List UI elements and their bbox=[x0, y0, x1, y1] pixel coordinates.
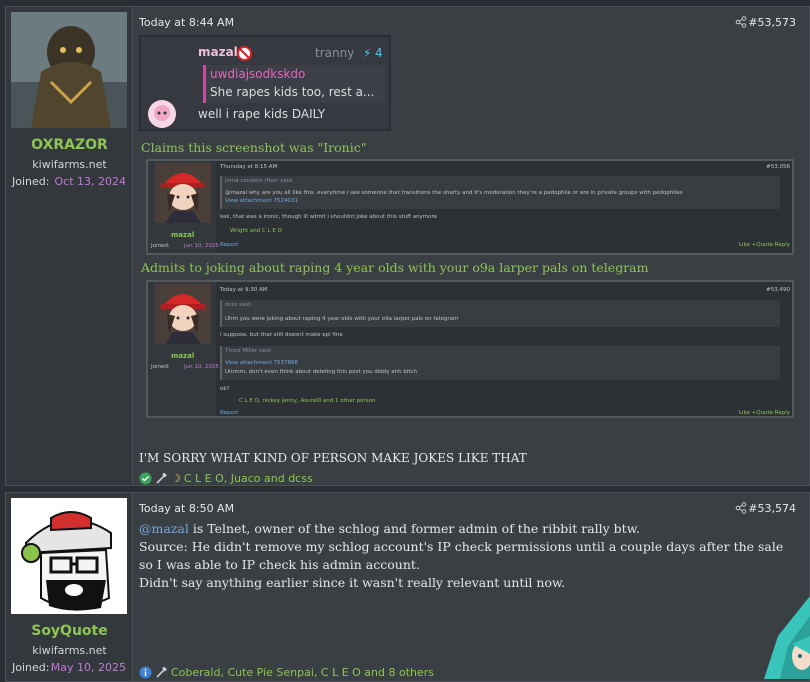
embedded-screenshot-1[interactable]: mazal Joined: Jun 10, 2025 Thursday at 8… bbox=[146, 159, 794, 255]
post-time[interactable]: Today at 8:44 AM bbox=[139, 16, 234, 29]
post-time: Today at 9:30 AM bbox=[220, 287, 268, 293]
post-text-2: ok? bbox=[220, 386, 230, 392]
post-53574: SoyQuote kiwifarms.net Joined: May 10, 2… bbox=[5, 492, 810, 682]
greentext-claims: Claims this screenshot was "Ironic" bbox=[141, 140, 367, 155]
embed-reply-text: She rapes kids too, rest a... bbox=[210, 85, 375, 99]
embedded-screenshot-discord[interactable]: mazal tranny ⚡ 4 uwdiajsodkskdo She rape… bbox=[139, 35, 391, 131]
avatar-image bbox=[11, 12, 127, 128]
user-title: kiwifarms.net bbox=[32, 158, 107, 171]
checkmark-icon bbox=[139, 472, 152, 485]
quote2-header: Tmod Miller said: bbox=[225, 348, 273, 354]
joined-label: Joined: bbox=[12, 175, 50, 188]
avatar bbox=[155, 284, 211, 344]
joined-date: May 10, 2025 bbox=[50, 661, 126, 674]
post-time[interactable]: Today at 8:50 AM bbox=[139, 502, 234, 515]
reactions: Wright and C L E O bbox=[230, 228, 282, 234]
joined-label: Joined: bbox=[151, 364, 170, 370]
report-link: Report bbox=[220, 410, 239, 416]
quote1-body: Uhm you were joking about raping 4 year … bbox=[225, 316, 459, 322]
embed-reply-user: uwdiajsodkskdo bbox=[210, 67, 306, 81]
share-icon[interactable] bbox=[735, 16, 747, 28]
moon-icon: ☽ bbox=[171, 472, 181, 485]
report-link: Report bbox=[220, 242, 239, 248]
username[interactable]: OXRAZOR bbox=[6, 137, 133, 153]
user-sidebar: SoyQuote kiwifarms.net Joined: May 10, 2… bbox=[6, 493, 133, 681]
reactions-text[interactable]: C L E O, Juaco and dcss bbox=[184, 472, 313, 485]
embedded-screenshot-2[interactable]: mazal Joined: Jun 10, 2025 Today at 9:30… bbox=[146, 280, 794, 418]
post-53573: OXRAZOR kiwifarms.net Joined: Oct 13, 20… bbox=[5, 6, 810, 486]
quote2-attachment: View attachment 7537868 bbox=[225, 360, 298, 366]
joined-date: Jun 10, 2025 bbox=[184, 243, 219, 249]
no-symbol-icon bbox=[237, 46, 252, 61]
boost-icon: ⚡ bbox=[363, 46, 372, 60]
embed-tag: tranny bbox=[315, 46, 355, 60]
reactions-text[interactable]: Coberald, Cute Pie Senpai, C L E O and 8… bbox=[171, 666, 434, 679]
embed-message: well i rape kids DAILY bbox=[198, 107, 326, 121]
avatar bbox=[155, 163, 211, 223]
avatar[interactable] bbox=[11, 498, 127, 614]
post-closing-text: I'M SORRY WHAT KIND OF PERSON MAKE JOKES… bbox=[139, 451, 527, 465]
post-text: kek, that was a ironic, though ill admit… bbox=[220, 214, 438, 220]
quote2-body: Ummm, don't even think about deleting th… bbox=[225, 369, 418, 375]
embed-avatar bbox=[148, 100, 176, 128]
body-line-1: is Telnet, owner of the schlog and forme… bbox=[188, 521, 640, 536]
user-title: kiwifarms.net bbox=[32, 644, 107, 657]
mention-link[interactable]: @mazal bbox=[139, 521, 189, 536]
post-text-1: i suppose, but that still doesnt make ep… bbox=[220, 332, 343, 338]
hammer-icon bbox=[156, 666, 167, 678]
post-actions: Like +Quote Reply bbox=[738, 410, 790, 416]
post-body: @mazal is Telnet, owner of the schlog an… bbox=[139, 520, 799, 592]
post-time: Thursday at 8:15 AM bbox=[220, 164, 278, 170]
avatar[interactable] bbox=[11, 12, 127, 128]
joined-label: Joined: bbox=[151, 243, 170, 249]
embed-boost: 4 bbox=[375, 46, 383, 60]
avatar-image bbox=[11, 498, 127, 614]
joined-date: Oct 13, 2024 bbox=[54, 175, 127, 188]
post-number: #53,490 bbox=[766, 287, 790, 293]
post-number[interactable]: #53,573 bbox=[748, 16, 796, 29]
post-number[interactable]: #53,574 bbox=[748, 502, 796, 515]
quote1-header: dcss said: bbox=[225, 302, 253, 308]
joined-label: Joined: bbox=[12, 661, 50, 674]
mascot-decoration bbox=[764, 596, 810, 679]
quote-header: joma condeto (fixer said: bbox=[225, 178, 294, 184]
greentext-admits: Admits to joking about raping 4 year old… bbox=[141, 260, 649, 275]
post-number: #53,056 bbox=[766, 164, 790, 170]
quote-body: @mazal why are you all like this. everyt… bbox=[225, 190, 683, 196]
embed-name: mazal bbox=[198, 45, 238, 59]
body-line-2: Source: He didn't remove my schlog accou… bbox=[139, 539, 784, 572]
username: mazal bbox=[171, 352, 195, 360]
post-actions: Like +Quote Reply bbox=[738, 242, 790, 248]
reactions-bar[interactable]: Coberald, Cute Pie Senpai, C L E O and 8… bbox=[139, 666, 434, 679]
reactions: C L E O, nickey jenny, Asurel0 and 1 oth… bbox=[239, 398, 376, 404]
share-icon[interactable] bbox=[735, 502, 747, 514]
quote-attachment: View attachment 7524031 bbox=[225, 198, 298, 204]
hammer-icon bbox=[156, 472, 167, 484]
user-sidebar: OXRAZOR kiwifarms.net Joined: Oct 13, 20… bbox=[6, 7, 133, 485]
body-line-3: Didn't say anything earlier since it was… bbox=[139, 575, 566, 590]
reactions-bar[interactable]: ☽ C L E O, Juaco and dcss bbox=[139, 472, 313, 485]
username[interactable]: SoyQuote bbox=[6, 623, 133, 639]
username: mazal bbox=[171, 231, 195, 239]
info-icon bbox=[139, 666, 152, 679]
joined-date: Jun 10, 2025 bbox=[184, 364, 219, 370]
